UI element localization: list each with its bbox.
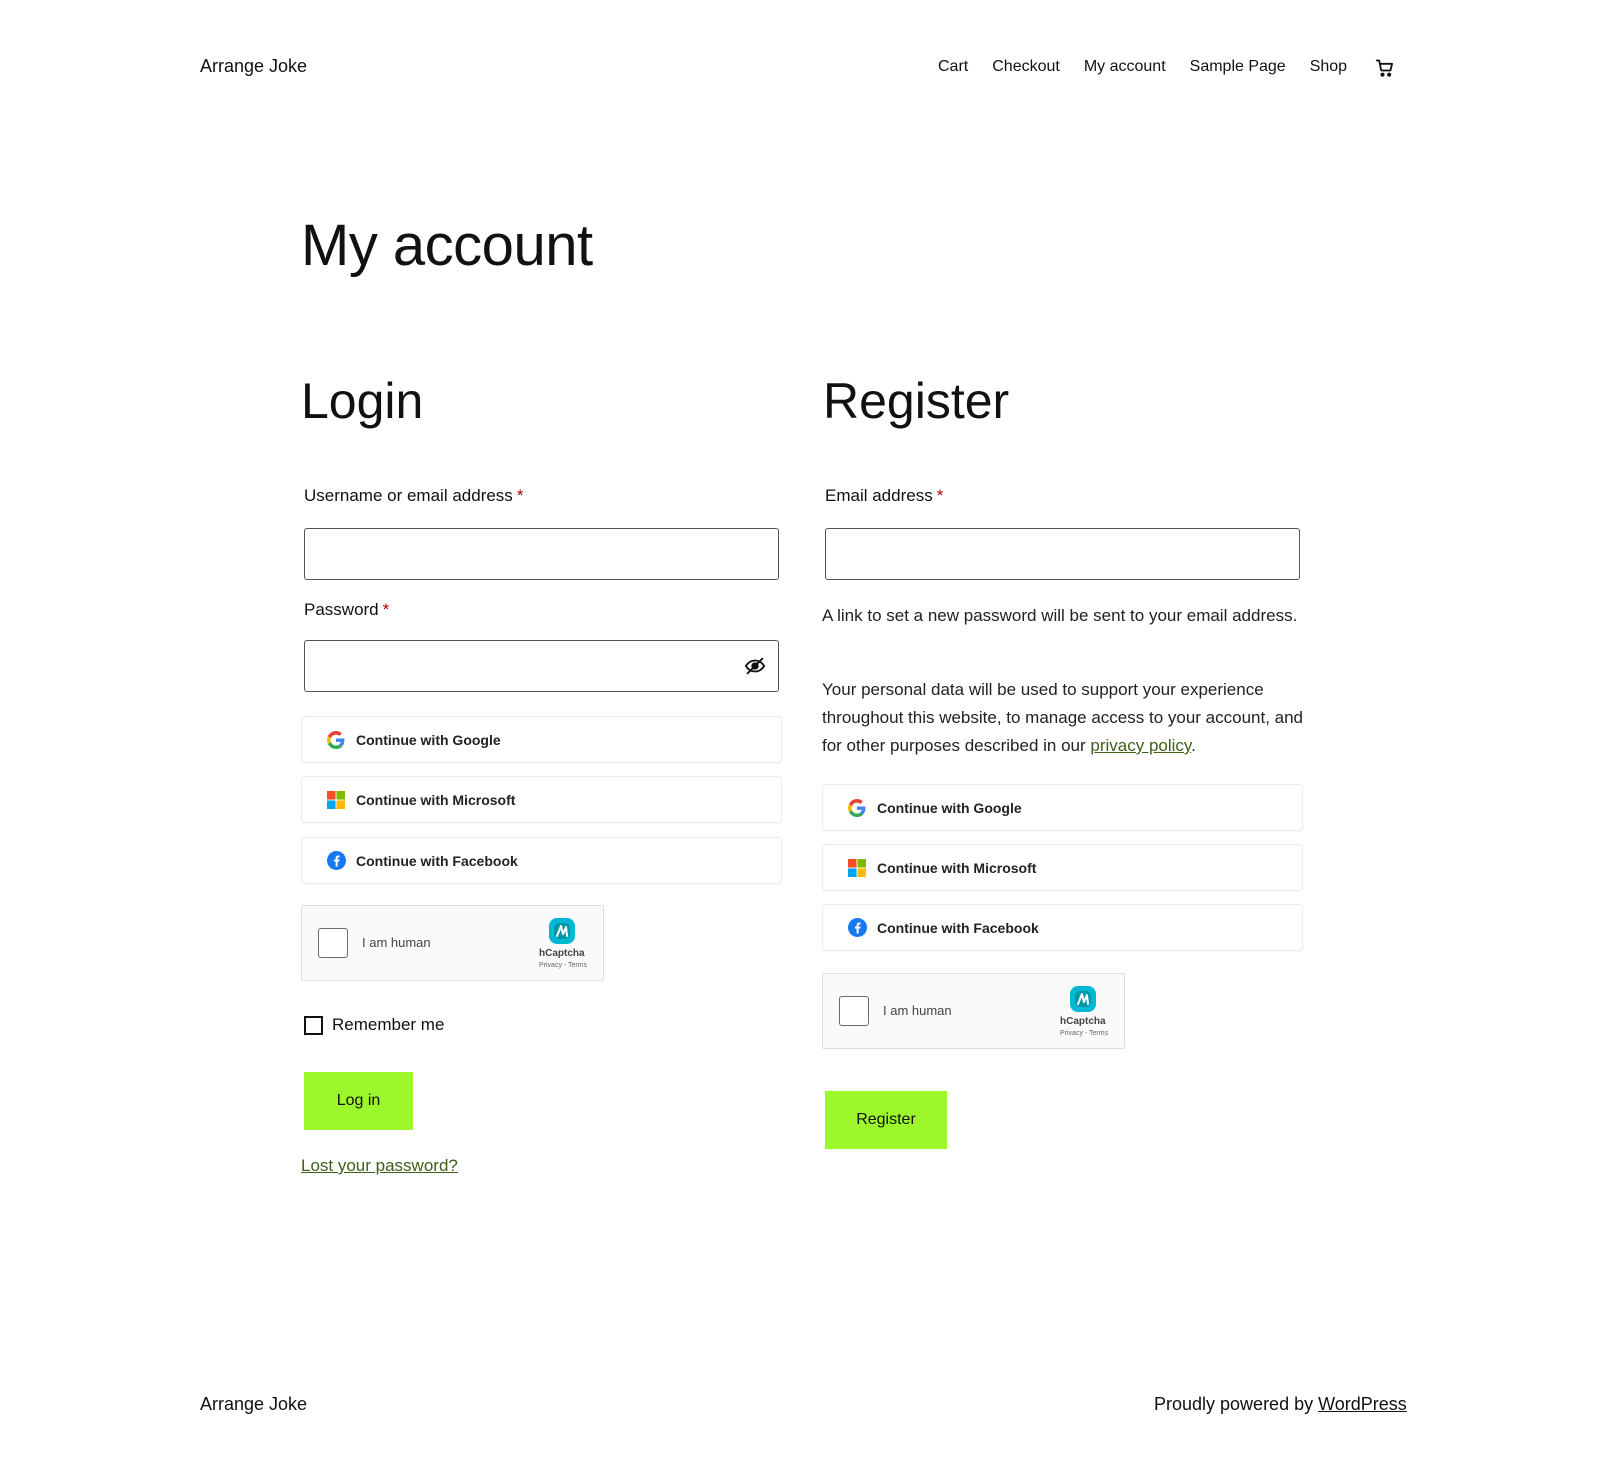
hcaptcha-checkbox[interactable] — [318, 928, 348, 958]
nav-item-checkout[interactable]: Checkout — [992, 58, 1060, 76]
remember-me-checkbox[interactable] — [304, 1015, 323, 1035]
password-label: Password * — [304, 600, 389, 620]
hcaptcha-checkbox[interactable] — [839, 996, 869, 1026]
powered-prefix: Proudly powered by — [1154, 1394, 1319, 1414]
nav-item-shop[interactable]: Shop — [1310, 58, 1347, 76]
wordpress-link[interactable]: WordPress — [1318, 1394, 1407, 1414]
google-icon — [326, 730, 346, 750]
register-google-button[interactable]: Continue with Google — [822, 784, 1303, 831]
email-label-text: Email address — [825, 486, 933, 505]
login-facebook-label: Continue with Facebook — [356, 852, 518, 869]
google-icon — [847, 798, 867, 818]
register-facebook-button[interactable]: Continue with Facebook — [822, 904, 1303, 951]
register-button[interactable]: Register — [825, 1091, 947, 1149]
login-microsoft-label: Continue with Microsoft — [356, 791, 516, 808]
main-nav: Cart Checkout My account Sample Page Sho… — [938, 58, 1371, 76]
required-mark: * — [516, 486, 524, 505]
page-title: My account — [301, 213, 593, 278]
lost-password-link[interactable]: Lost your password? — [301, 1156, 458, 1176]
privacy-text: Your personal data will be used to suppo… — [822, 676, 1312, 760]
footer-powered-by: Proudly powered by WordPress — [1154, 1394, 1407, 1415]
hcaptcha-terms[interactable]: Privacy - Terms — [539, 962, 599, 969]
footer-site-title[interactable]: Arrange Joke — [200, 1394, 307, 1415]
username-label-text: Username or email address — [304, 486, 513, 505]
hcaptcha-logo-icon — [549, 918, 575, 944]
nav-item-my-account[interactable]: My account — [1084, 58, 1166, 76]
microsoft-icon — [326, 790, 346, 810]
facebook-icon — [326, 851, 346, 871]
username-label: Username or email address * — [304, 486, 523, 506]
cart-icon[interactable] — [1375, 58, 1395, 78]
login-microsoft-button[interactable]: Continue with Microsoft — [301, 776, 782, 823]
hcaptcha-brand: hCaptcha — [539, 948, 585, 959]
username-input[interactable] — [304, 528, 779, 580]
privacy-text-before: Your personal data will be used to suppo… — [822, 680, 1304, 755]
login-google-label: Continue with Google — [356, 731, 501, 748]
site-title[interactable]: Arrange Joke — [200, 56, 307, 77]
register-title: Register — [823, 373, 1010, 429]
nav-item-sample-page[interactable]: Sample Page — [1190, 58, 1286, 76]
remember-me[interactable]: Remember me — [304, 1015, 444, 1035]
privacy-policy-link[interactable]: privacy policy — [1090, 736, 1191, 755]
register-info-text: A link to set a new password will be sen… — [822, 606, 1298, 625]
microsoft-icon — [847, 858, 867, 878]
hcaptcha-logo-icon — [1070, 986, 1096, 1012]
login-title: Login — [301, 373, 424, 429]
login-google-button[interactable]: Continue with Google — [301, 716, 782, 763]
email-input[interactable] — [825, 528, 1300, 580]
eye-slash-icon[interactable] — [744, 655, 766, 677]
register-google-label: Continue with Google — [877, 799, 1022, 816]
register-facebook-label: Continue with Facebook — [877, 919, 1039, 936]
privacy-text-after: . — [1191, 736, 1196, 755]
register-microsoft-label: Continue with Microsoft — [877, 859, 1037, 876]
register-microsoft-button[interactable]: Continue with Microsoft — [822, 844, 1303, 891]
facebook-icon — [847, 918, 867, 938]
hcaptcha-text: I am human — [362, 935, 431, 950]
login-facebook-button[interactable]: Continue with Facebook — [301, 837, 782, 884]
nav-item-cart[interactable]: Cart — [938, 58, 968, 76]
password-label-text: Password — [304, 600, 379, 619]
required-mark: * — [936, 486, 944, 505]
hcaptcha-terms[interactable]: Privacy - Terms — [1060, 1030, 1120, 1037]
password-input[interactable] — [304, 640, 779, 692]
register-hcaptcha-widget: I am human hCaptcha Privacy - Terms — [822, 973, 1125, 1049]
hcaptcha-text: I am human — [883, 1003, 952, 1018]
hcaptcha-brand: hCaptcha — [1060, 1016, 1106, 1027]
login-button[interactable]: Log in — [304, 1072, 413, 1130]
required-mark: * — [382, 600, 390, 619]
login-hcaptcha-widget: I am human hCaptcha Privacy - Terms — [301, 905, 604, 981]
remember-me-label: Remember me — [332, 1015, 445, 1034]
email-label: Email address * — [825, 486, 943, 506]
